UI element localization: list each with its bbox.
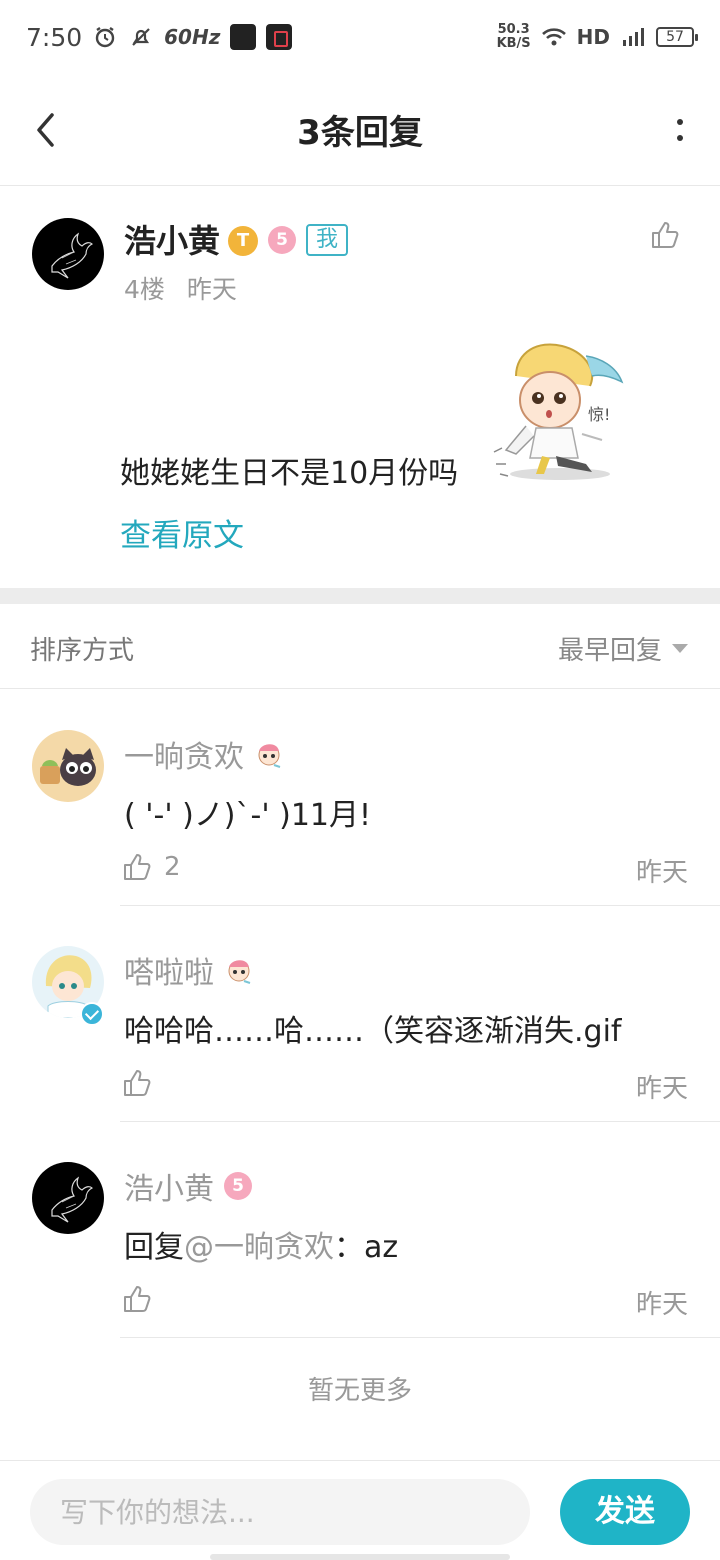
network-speed-unit: KB/S bbox=[496, 36, 531, 51]
reply-author[interactable]: 浩小黄 5 bbox=[124, 1164, 252, 1208]
status-bar: 7:50 60Hz 50.3 KB/S HD 57 bbox=[0, 0, 720, 74]
level-badge: 5 bbox=[268, 226, 296, 254]
sort-dropdown[interactable]: 最早回复 bbox=[558, 630, 688, 667]
reply-author-name: 浩小黄 bbox=[124, 1172, 214, 1207]
status-time: 7:50 bbox=[26, 22, 83, 52]
post-meta: 4楼 昨天 bbox=[124, 270, 237, 306]
thumbs-up-icon bbox=[124, 1070, 151, 1096]
back-button[interactable] bbox=[26, 106, 66, 154]
reply-author[interactable]: 嗒啦啦 bbox=[124, 948, 254, 992]
reply-time: 昨天 bbox=[635, 1074, 688, 1104]
reply-item: 浩小黄 5 回复@一晌贪欢：az 昨天 bbox=[0, 1122, 720, 1338]
like-count: 2 bbox=[164, 852, 181, 882]
post-content: 她姥姥生日不是10月份吗 bbox=[120, 456, 459, 491]
view-original-link[interactable]: 查看原文 bbox=[120, 510, 244, 555]
mini-sticker-icon bbox=[224, 955, 254, 985]
comment-bar: 发送 bbox=[0, 1460, 720, 1560]
reply-author[interactable]: 一晌贪欢 bbox=[124, 732, 284, 776]
alarm-icon bbox=[92, 24, 118, 50]
mention-link[interactable]: @一晌贪欢 bbox=[184, 1230, 334, 1265]
network-speed: 50.3 KB/S bbox=[497, 23, 531, 51]
refresh-rate: 60Hz bbox=[164, 25, 221, 49]
thumbs-up-icon bbox=[652, 222, 679, 248]
thumbs-up-icon bbox=[124, 1286, 151, 1312]
chevron-left-icon bbox=[37, 113, 54, 147]
reply-time: 昨天 bbox=[635, 1290, 688, 1320]
network-speed-value: 50.3 bbox=[497, 22, 530, 37]
reply-suffix: ：az bbox=[334, 1230, 399, 1265]
reply-text: ( '-' )ノ)`-' )11月! bbox=[124, 798, 372, 833]
send-button[interactable]: 发送 bbox=[560, 1479, 690, 1545]
sort-label: 排序方式 bbox=[30, 636, 135, 666]
svg-text:惊!: 惊! bbox=[588, 405, 610, 424]
gesture-handle bbox=[210, 1554, 510, 1560]
more-options-button[interactable] bbox=[670, 110, 690, 150]
level-badge: 5 bbox=[224, 1172, 252, 1200]
more-dot-icon bbox=[677, 135, 683, 141]
reply-text: 回复@一晌贪欢：az bbox=[124, 1222, 398, 1266]
page-header: 3条回复 bbox=[0, 74, 720, 186]
app-notification-icon bbox=[230, 24, 257, 50]
reply-like-button[interactable] bbox=[122, 1068, 164, 1098]
caret-down-icon bbox=[672, 644, 688, 653]
avatar[interactable] bbox=[32, 218, 104, 290]
more-dot-icon bbox=[677, 119, 683, 125]
main-post: 浩小黄 T 5 我 4楼 昨天 惊! 她姥姥生日不是10月份吗 查看原文 bbox=[0, 186, 720, 588]
page-title: 3条回复 bbox=[297, 113, 423, 153]
mini-sticker-icon bbox=[254, 739, 284, 769]
verified-badge-icon bbox=[80, 1002, 104, 1026]
like-button[interactable] bbox=[650, 220, 680, 250]
reply-prefix: 回复 bbox=[124, 1230, 184, 1265]
reply-item: 一晌贪欢 ( '-' )ノ)`-' )11月! 2 昨天 bbox=[0, 690, 720, 906]
sort-bar: 排序方式 最早回复 bbox=[0, 604, 720, 689]
post-time: 昨天 bbox=[186, 275, 237, 304]
reply-time: 昨天 bbox=[635, 858, 688, 888]
post-author-name[interactable]: 浩小黄 bbox=[124, 216, 220, 262]
hd-indicator: HD bbox=[576, 25, 610, 49]
thumbs-up-icon bbox=[124, 854, 151, 880]
battery-indicator: 57 bbox=[656, 27, 698, 47]
anime-sticker-image: 惊! bbox=[486, 336, 626, 484]
avatar[interactable] bbox=[32, 730, 104, 802]
reply-item: 嗒啦啦 哈哈哈……哈……（笑容逐渐消失.gif 昨天 bbox=[0, 906, 720, 1122]
sort-value: 最早回复 bbox=[557, 636, 662, 666]
avatar[interactable] bbox=[32, 1162, 104, 1234]
t-badge-icon: T bbox=[228, 226, 258, 256]
wifi-icon bbox=[541, 24, 567, 50]
signal-icon bbox=[620, 24, 646, 50]
section-divider bbox=[0, 588, 720, 604]
mute-bell-icon bbox=[128, 24, 154, 50]
reply-separator bbox=[120, 1337, 720, 1338]
bird-avatar-icon bbox=[51, 1176, 94, 1223]
reply-author-name: 一晌贪欢 bbox=[124, 740, 244, 775]
comment-input[interactable] bbox=[30, 1479, 530, 1545]
reply-like-button[interactable]: 2 bbox=[122, 852, 181, 882]
reply-author-name: 嗒啦啦 bbox=[124, 956, 214, 991]
post-floor: 4楼 bbox=[124, 275, 165, 304]
no-more-text: 暂无更多 bbox=[307, 1376, 412, 1406]
cat-avatar-icon bbox=[40, 748, 96, 786]
me-tag: 我 bbox=[306, 224, 349, 256]
phone-notification-icon bbox=[266, 24, 293, 50]
reply-like-button[interactable] bbox=[122, 1284, 164, 1314]
bird-avatar-icon bbox=[51, 232, 94, 279]
reply-text: 哈哈哈……哈……（笑容逐渐消失.gif bbox=[124, 1014, 622, 1049]
